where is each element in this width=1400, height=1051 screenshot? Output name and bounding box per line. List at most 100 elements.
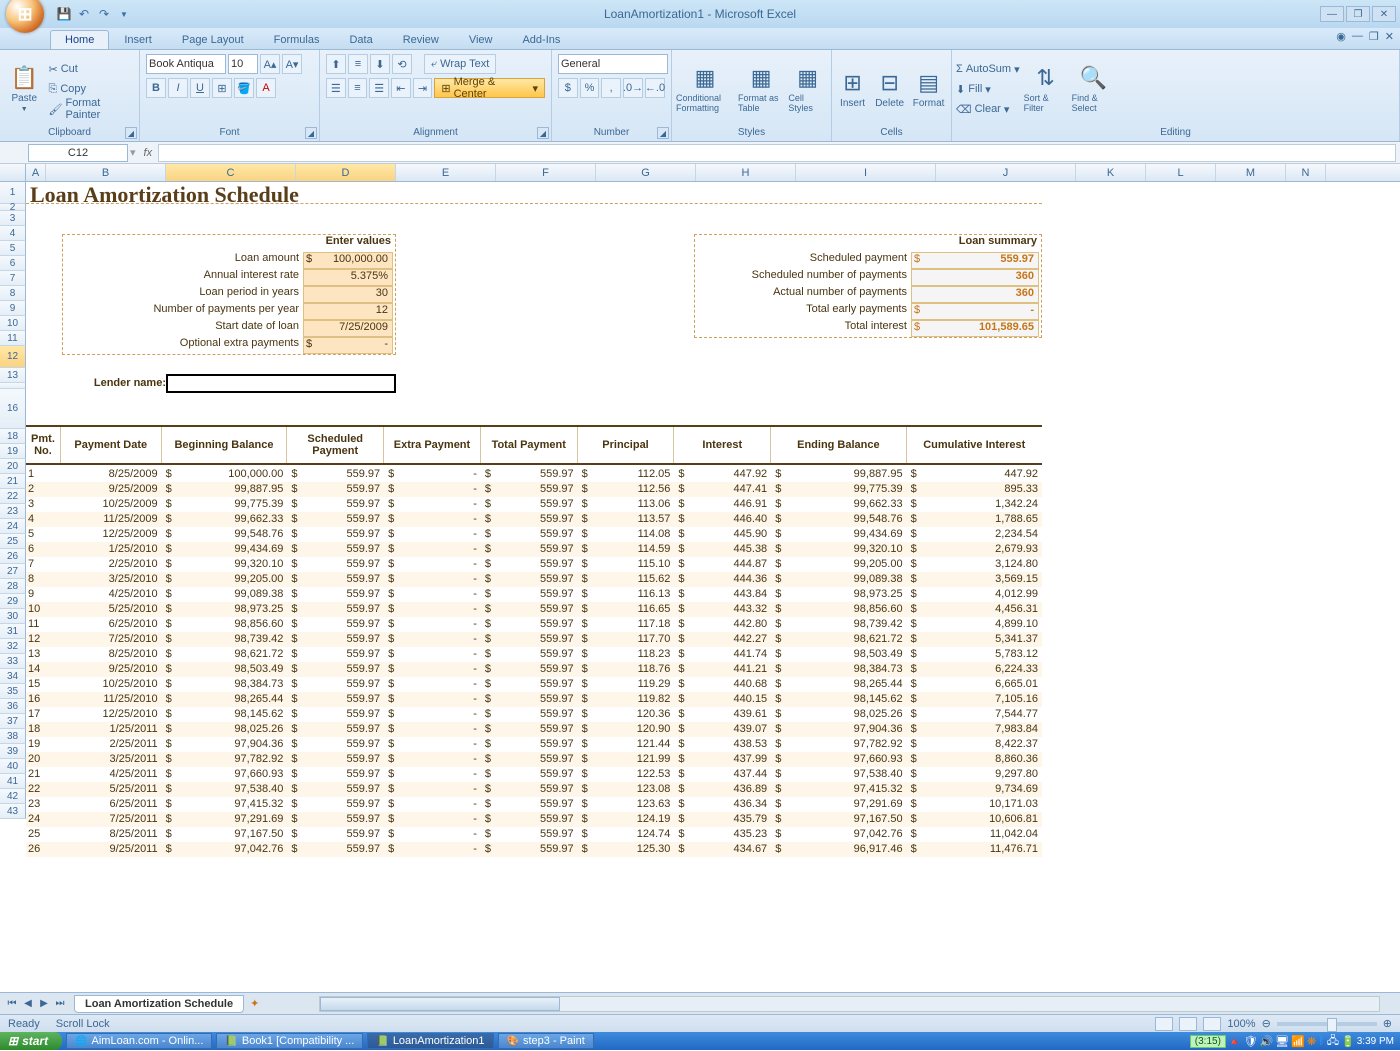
taskbar-item[interactable]: 🌐AimLoan.com - Onlin... — [66, 1033, 212, 1049]
tray-icon[interactable]: 🔊 — [1260, 1035, 1274, 1048]
decrease-font-icon[interactable]: A▾ — [282, 54, 302, 74]
input-value-cell[interactable]: 12 — [303, 303, 393, 320]
number-launcher-icon[interactable]: ◢ — [657, 127, 669, 139]
row-header[interactable]: 21 — [0, 474, 26, 489]
amort-row[interactable]: 258/25/2011$97,167.50$559.97$-$559.97$12… — [26, 827, 1042, 842]
currency-icon[interactable]: $ — [558, 78, 578, 98]
formula-input[interactable] — [158, 144, 1396, 162]
row-header[interactable]: 10 — [0, 316, 26, 331]
mdi-minimize-icon[interactable]: — — [1352, 30, 1363, 43]
row-header[interactable]: 3 — [0, 211, 26, 226]
row-header[interactable]: 16 — [0, 389, 26, 429]
row-header[interactable]: 25 — [0, 534, 26, 549]
horizontal-scrollbar[interactable] — [319, 996, 1380, 1012]
border-button[interactable]: ⊞ — [212, 78, 232, 98]
column-header-F[interactable]: F — [496, 164, 596, 181]
orientation-icon[interactable]: ⟲ — [392, 54, 412, 74]
merge-center-button[interactable]: ⊞ Merge & Center ▾ — [434, 78, 545, 98]
format-cells-button[interactable]: ▤Format — [910, 56, 947, 122]
start-button[interactable]: ⊞start — [0, 1032, 62, 1050]
increase-font-icon[interactable]: A▴ — [260, 54, 280, 74]
column-header-D[interactable]: D — [296, 164, 396, 181]
autosum-button[interactable]: Σ AutoSum ▾ — [956, 60, 1020, 78]
row-header[interactable]: 31 — [0, 624, 26, 639]
insert-cells-button[interactable]: ⊞Insert — [836, 56, 869, 122]
amort-row[interactable]: 94/25/2010$99,089.38$559.97$-$559.97$116… — [26, 587, 1042, 602]
decrease-decimal-icon[interactable]: ←.0 — [645, 78, 665, 98]
amort-row[interactable]: 192/25/2011$97,904.36$559.97$-$559.97$12… — [26, 737, 1042, 752]
undo-icon[interactable]: ↶ — [76, 6, 92, 22]
font-launcher-icon[interactable]: ◢ — [305, 127, 317, 139]
tab-add-ins[interactable]: Add-Ins — [507, 30, 575, 49]
amort-row[interactable]: 138/25/2010$98,621.72$559.97$-$559.97$11… — [26, 647, 1042, 662]
clipboard-launcher-icon[interactable]: ◢ — [125, 127, 137, 139]
row-header[interactable]: 37 — [0, 714, 26, 729]
input-value-cell[interactable]: 7/25/2009 — [303, 320, 393, 337]
column-header-L[interactable]: L — [1146, 164, 1216, 181]
amort-row[interactable]: 236/25/2011$97,415.32$559.97$-$559.97$12… — [26, 797, 1042, 812]
help-icon[interactable]: ◉ — [1336, 30, 1346, 43]
format-painter-button[interactable]: 🖌 Format Painter — [49, 100, 136, 118]
row-header[interactable]: 43 — [0, 804, 26, 819]
row-header[interactable]: 2 — [0, 204, 26, 211]
row-header[interactable]: 27 — [0, 564, 26, 579]
column-header-N[interactable]: N — [1286, 164, 1326, 181]
page-layout-view-icon[interactable] — [1179, 1017, 1197, 1031]
font-color-button[interactable]: A — [256, 78, 276, 98]
taskbar-item[interactable]: 📗Book1 [Compatibility ... — [216, 1033, 363, 1049]
amort-row[interactable]: 83/25/2010$99,205.00$559.97$-$559.97$115… — [26, 572, 1042, 587]
fill-button[interactable]: ⬇ Fill ▾ — [956, 80, 1020, 98]
amort-row[interactable]: 149/25/2010$98,503.49$559.97$-$559.97$11… — [26, 662, 1042, 677]
row-header[interactable]: 11 — [0, 331, 26, 346]
select-all-corner[interactable] — [0, 164, 26, 181]
close-button[interactable]: ✕ — [1372, 6, 1396, 22]
qat-dropdown-icon[interactable]: ▼ — [116, 6, 132, 22]
amort-row[interactable]: 181/25/2011$98,025.26$559.97$-$559.97$12… — [26, 722, 1042, 737]
column-header-G[interactable]: G — [596, 164, 696, 181]
input-value-cell[interactable]: 30 — [303, 286, 393, 303]
row-header[interactable]: 1 — [0, 182, 26, 204]
row-header[interactable]: 22 — [0, 489, 26, 504]
zoom-out-icon[interactable]: ⊖ — [1262, 1017, 1271, 1030]
amort-row[interactable]: 411/25/2009$99,662.33$559.97$-$559.97$11… — [26, 512, 1042, 527]
row-header[interactable]: 40 — [0, 759, 26, 774]
tab-view[interactable]: View — [454, 30, 508, 49]
align-left-icon[interactable]: ☰ — [326, 78, 346, 98]
row-header[interactable]: 36 — [0, 699, 26, 714]
tab-page-layout[interactable]: Page Layout — [167, 30, 259, 49]
row-header[interactable]: 34 — [0, 669, 26, 684]
amort-row[interactable]: 18/25/2009$100,000.00$559.97$-$559.97$11… — [26, 467, 1042, 482]
increase-decimal-icon[interactable]: .0→ — [623, 78, 643, 98]
align-right-icon[interactable]: ☰ — [369, 78, 389, 98]
column-header-K[interactable]: K — [1076, 164, 1146, 181]
align-center-icon[interactable]: ≡ — [348, 78, 368, 98]
row-header[interactable]: 33 — [0, 654, 26, 669]
row-header[interactable]: 23 — [0, 504, 26, 519]
percent-icon[interactable]: % — [580, 78, 600, 98]
tab-first-icon[interactable]: ⏮ — [4, 998, 20, 1009]
worksheet-grid[interactable]: ABCDEFGHIJKLMN 1234567891011121316181920… — [0, 164, 1400, 904]
tray-icon[interactable]: 🖥 — [1275, 1035, 1289, 1048]
tray-icon[interactable]: 🖧 — [1327, 1032, 1339, 1051]
underline-button[interactable]: U — [190, 78, 210, 98]
copy-button[interactable]: ⎘ Copy — [49, 80, 136, 98]
minimize-button[interactable]: — — [1320, 6, 1344, 22]
tray-icon[interactable]: 🔋 — [1341, 1035, 1355, 1048]
tray-icon[interactable]: 🔺 — [1228, 1035, 1242, 1048]
font-size-select[interactable] — [228, 54, 258, 74]
tab-review[interactable]: Review — [388, 30, 454, 49]
number-format-select[interactable] — [558, 54, 668, 74]
column-header-E[interactable]: E — [396, 164, 496, 181]
amort-row[interactable]: 29/25/2009$99,887.95$559.97$-$559.97$112… — [26, 482, 1042, 497]
row-header[interactable]: 41 — [0, 774, 26, 789]
cell-styles-button[interactable]: ▦Cell Styles — [788, 56, 827, 122]
tray-timer[interactable]: (3:15) — [1190, 1035, 1226, 1048]
row-header[interactable]: 39 — [0, 744, 26, 759]
delete-cells-button[interactable]: ⊟Delete — [873, 56, 906, 122]
input-value-cell[interactable]: $100,000.00 — [303, 252, 393, 269]
row-header[interactable]: 6 — [0, 256, 26, 271]
column-header-I[interactable]: I — [796, 164, 936, 181]
zoom-slider[interactable] — [1277, 1022, 1377, 1026]
decrease-indent-icon[interactable]: ⇤ — [391, 78, 411, 98]
fill-color-button[interactable]: 🪣 — [234, 78, 254, 98]
